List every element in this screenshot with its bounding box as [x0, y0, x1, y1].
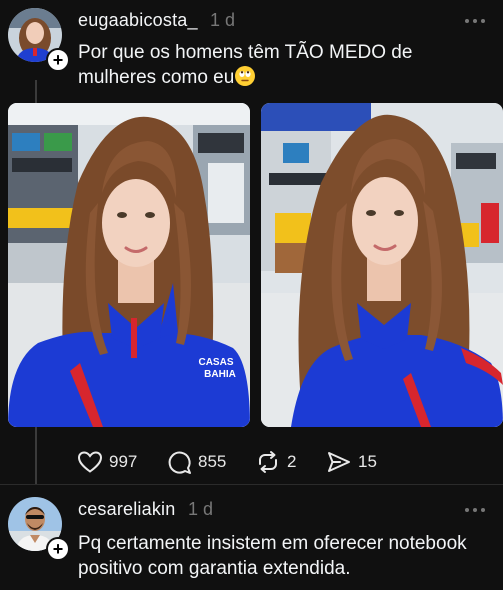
shirt-logo-line2: BAHIA — [204, 369, 236, 380]
repost-button[interactable]: 2 — [255, 448, 296, 476]
comment-button[interactable]: 855 — [166, 448, 226, 476]
post-actions: 997 855 2 15 — [0, 448, 503, 476]
share-count: 15 — [358, 452, 377, 471]
store-selfie-image: CASAS BAHIA — [8, 103, 250, 427]
comment-count: 855 — [198, 452, 227, 471]
reply-time: 1 d — [188, 499, 214, 519]
like-button[interactable]: 997 — [77, 448, 137, 476]
follow-plus-icon[interactable]: + — [46, 48, 70, 72]
reply-text-line1: Pq certamente insistem em oferecer noteb… — [78, 533, 467, 554]
like-count: 997 — [109, 452, 138, 471]
reply-username[interactable]: cesareliakin — [78, 499, 175, 520]
post-time: 1 d — [210, 10, 236, 30]
reply-more-icon[interactable] — [465, 508, 487, 514]
more-icon[interactable] — [465, 19, 487, 25]
post-divider — [0, 484, 503, 485]
repost-count: 2 — [287, 452, 297, 471]
post-username[interactable]: eugaabicosta_ — [78, 10, 198, 31]
heart-icon — [77, 451, 103, 473]
repost-icon — [259, 451, 277, 473]
share-icon — [328, 452, 350, 472]
post-text: Por que os homens têm TÃO MEDO de mulher… — [78, 40, 483, 90]
store-selfie-image-2 — [261, 103, 503, 427]
reply-follow-plus-icon[interactable]: + — [46, 537, 70, 561]
shirt-logo-line1: CASAS — [198, 357, 233, 368]
comment-icon — [168, 451, 191, 474]
reply-text-line2: positivo com garantia extendida. — [78, 558, 351, 579]
reply-text: Pq certamente insistem em oferecer noteb… — [78, 531, 498, 581]
share-button[interactable]: 15 — [326, 448, 377, 476]
post-image-1[interactable]: CASAS BAHIA — [8, 103, 250, 427]
eye-roll-emoji-icon — [235, 66, 256, 86]
post-image-2[interactable] — [261, 103, 503, 427]
thread-post: + eugaabicosta_ 1 d Por que os homens tê… — [0, 0, 503, 485]
